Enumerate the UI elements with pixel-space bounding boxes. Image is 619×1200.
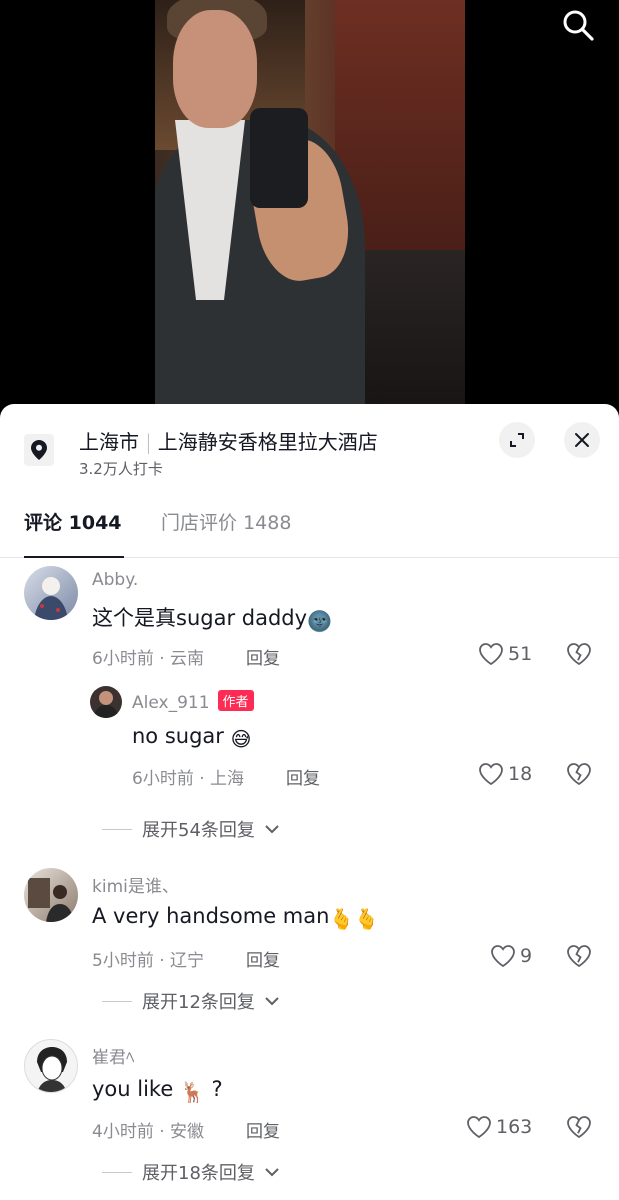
comment-text: 这个是真sugar daddy🌚 [92, 602, 332, 633]
like-count: 163 [496, 1116, 533, 1138]
expand-line [102, 1171, 132, 1173]
search-icon[interactable] [561, 8, 595, 42]
dislike-button[interactable] [566, 944, 592, 972]
expand-icon [510, 433, 524, 447]
chevron-down-icon [265, 1168, 279, 1177]
like-button[interactable]: 18 [478, 762, 532, 786]
comment-sheet: 上海市 | 上海静安香格里拉大酒店 3.2万人打卡 评论 1044 门店评价 148… [0, 404, 619, 1200]
dislike-button[interactable] [566, 642, 592, 670]
comment-text-suffix: ? [211, 1077, 223, 1101]
expand-button[interactable] [499, 422, 535, 458]
comment-text-content: 这个是真sugar daddy [92, 606, 308, 630]
avatar[interactable] [24, 566, 78, 620]
tab-comments[interactable]: 评论 1044 [24, 508, 124, 558]
location-header[interactable]: 上海市 | 上海静安香格里拉大酒店 3.2万人打卡 [0, 404, 619, 494]
expand-replies-button[interactable]: 展开12条回复 [102, 988, 279, 1014]
location-pin-icon [24, 434, 54, 466]
broken-heart-icon [567, 1116, 591, 1139]
like-count: 9 [520, 945, 533, 967]
tab-comments-count: 1044 [68, 512, 122, 534]
comment-emoji: 🌚 [307, 609, 332, 633]
reply-text: no sugar 😅 [132, 724, 251, 751]
like-button[interactable]: 163 [466, 1115, 532, 1139]
comment-username[interactable]: kimi是谁、 [92, 872, 179, 897]
reply-button[interactable]: 回复 [246, 1117, 280, 1142]
checkin-count: 3.2万人打卡 [79, 460, 163, 478]
reply-button[interactable]: 回复 [246, 644, 280, 669]
location-title[interactable]: 上海市 | 上海静安香格里拉大酒店 [79, 426, 378, 455]
comment-username[interactable]: 崔君ﾍ [92, 1043, 135, 1068]
reply-emoji: 😅 [230, 727, 252, 751]
close-button[interactable] [564, 422, 600, 458]
tab-store-reviews[interactable]: 门店评价 1488 [161, 508, 291, 558]
comment-meta: 4小时前 · 安徽 [92, 1122, 205, 1142]
expand-replies-label: 展开12条回复 [142, 992, 255, 1013]
expand-line [102, 1000, 132, 1002]
avatar[interactable] [24, 1039, 78, 1093]
comment-text: you like 🦌 ? [92, 1077, 223, 1104]
broken-heart-icon [567, 763, 591, 786]
heart-icon [479, 643, 503, 666]
close-icon [575, 433, 589, 447]
tab-reviews-count: 1488 [243, 512, 292, 534]
title-divider: | [145, 430, 152, 454]
heart-icon [467, 1116, 491, 1139]
location-city: 上海市 [79, 430, 139, 454]
comment-meta: 6小时前 · 云南 [92, 649, 205, 669]
comment-meta: 5小时前 · 辽宁 [92, 951, 205, 971]
chevron-down-icon [265, 997, 279, 1006]
broken-heart-icon [567, 945, 591, 968]
heart-icon [479, 763, 503, 786]
expand-replies-button[interactable]: 展开18条回复 [102, 1159, 279, 1185]
chevron-down-icon [265, 825, 279, 834]
expand-replies-label: 展开54条回复 [142, 820, 255, 841]
tab-bar: 评论 1044 门店评价 1488 [0, 500, 619, 558]
comment-username[interactable]: Abby. [92, 570, 138, 590]
like-button[interactable]: 51 [478, 642, 532, 666]
reply-username[interactable]: Alex_911 作者 [132, 690, 254, 713]
comment-emoji: 🫰🫰 [329, 907, 380, 931]
comment-text-content: A very handsome man [92, 904, 330, 928]
video-frame [155, 0, 465, 420]
like-count: 51 [508, 643, 533, 665]
expand-replies-label: 展开18条回复 [142, 1163, 255, 1184]
location-place: 上海静安香格里拉大酒店 [157, 430, 378, 454]
reply-text-content: no sugar [132, 724, 224, 748]
expand-line [102, 828, 132, 830]
comment-text: A very handsome man🫰🫰 [92, 904, 379, 931]
broken-heart-icon [567, 643, 591, 666]
like-button[interactable]: 9 [490, 944, 532, 968]
like-count: 18 [508, 763, 533, 785]
reply-username-text: Alex_911 [132, 693, 210, 713]
avatar[interactable] [24, 868, 78, 922]
video-player[interactable] [0, 0, 619, 420]
comment-emoji: 🦌 [179, 1080, 205, 1104]
tab-reviews-label: 门店评价 [161, 512, 238, 534]
reply-button[interactable]: 回复 [286, 764, 320, 789]
expand-replies-button[interactable]: 展开54条回复 [102, 816, 279, 842]
tab-comments-label: 评论 [24, 512, 63, 534]
comment-text-content: you like [92, 1077, 174, 1101]
author-badge: 作者 [217, 690, 254, 711]
reply-button[interactable]: 回复 [246, 946, 280, 971]
reply-avatar[interactable] [90, 686, 122, 718]
reply-meta: 6小时前 · 上海 [132, 769, 245, 789]
dislike-button[interactable] [566, 1115, 592, 1143]
dislike-button[interactable] [566, 762, 592, 790]
heart-icon [491, 945, 515, 968]
